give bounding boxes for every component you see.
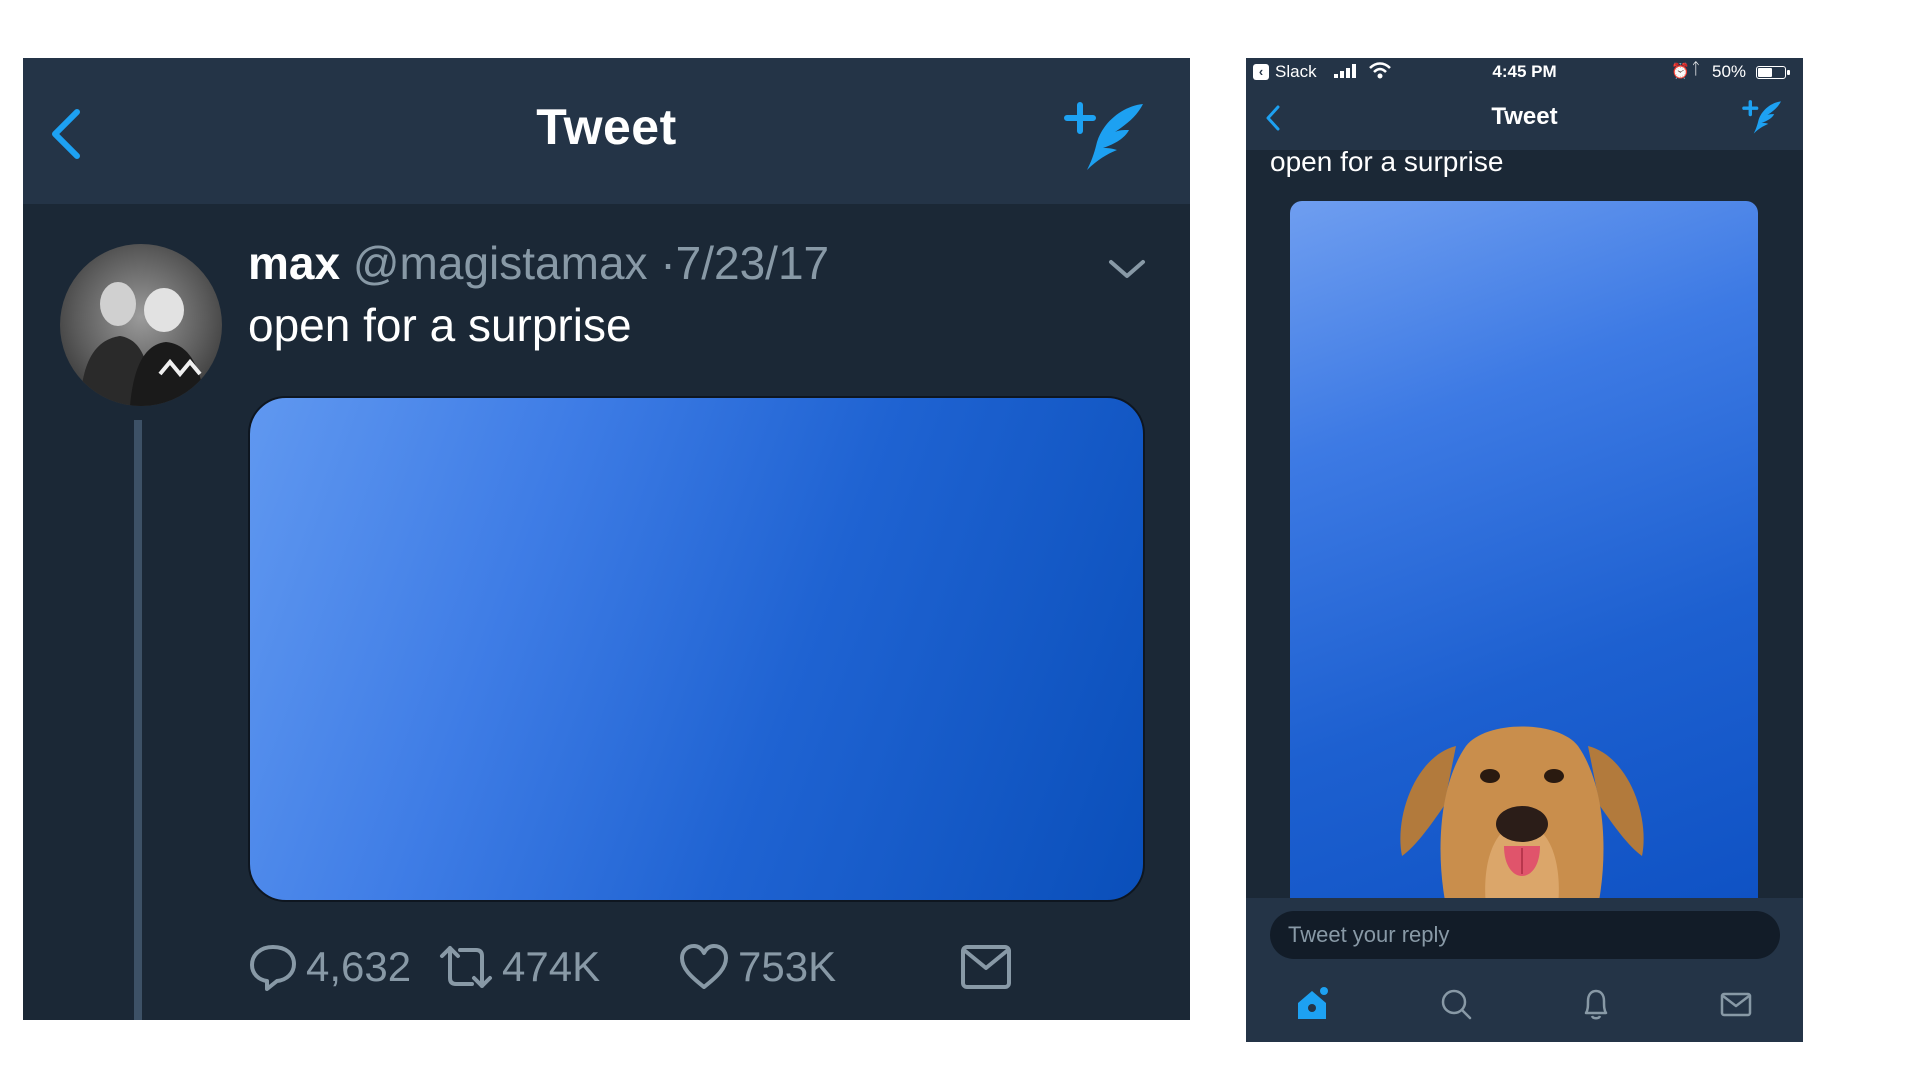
header-bar: Tweet — [1246, 88, 1803, 150]
like-button[interactable]: 753K — [678, 935, 836, 999]
battery-percent: 50% — [1712, 62, 1747, 81]
page-title: Tweet — [1491, 103, 1558, 130]
reply-count: 4,632 — [306, 943, 412, 990]
handle[interactable]: @magistamax — [353, 237, 648, 289]
tweet-text: open for a surprise — [1270, 146, 1504, 177]
chevron-down-icon[interactable] — [1105, 254, 1149, 284]
share-dm-button[interactable] — [960, 935, 1020, 999]
battery-icon — [1756, 66, 1790, 79]
compose-tweet-icon[interactable] — [1742, 98, 1782, 136]
header-bar: Tweet — [23, 58, 1190, 204]
alarm-icon: ⏰ — [1671, 63, 1690, 80]
tweet-actions: 4,632 474K 753K — [248, 935, 1148, 999]
notifications-icon[interactable] — [1578, 986, 1614, 1022]
display-name[interactable]: max — [248, 237, 340, 289]
compose-tweet-icon[interactable] — [1063, 98, 1145, 174]
puppy-image-icon — [1400, 726, 1644, 901]
retweet-count: 474K — [502, 943, 601, 990]
messages-icon[interactable] — [1718, 986, 1754, 1022]
tweet-header: max @magistamax ·7/23/17 — [248, 236, 829, 290]
thread-line — [134, 420, 142, 1020]
status-bar: ‹ Slack 4:45 PM ⏰ ᛏ 50% — [1246, 58, 1803, 88]
reply-bar: Tweet your reply — [1246, 898, 1803, 1042]
separator: · — [660, 237, 676, 289]
tweet-date: 7/23/17 — [675, 237, 830, 289]
phone-screenshot: ‹ Slack 4:45 PM ⏰ ᛏ 50% Tweet open for a… — [1246, 58, 1803, 1042]
tweet-image[interactable] — [1290, 201, 1758, 901]
envelope-icon — [961, 945, 1011, 989]
reply-button[interactable]: 4,632 — [248, 935, 411, 999]
page-title: Tweet — [536, 99, 677, 155]
tweet-detail-panel: Tweet max @magistamax ·7/23/17 open for … — [23, 58, 1190, 1020]
reply-input[interactable]: Tweet your reply — [1270, 911, 1780, 959]
search-icon[interactable] — [1438, 986, 1474, 1022]
bluetooth-icon: ᛏ — [1691, 61, 1701, 78]
retweet-icon — [440, 946, 492, 988]
retweet-button[interactable]: 474K — [438, 935, 600, 999]
like-count: 753K — [738, 943, 837, 990]
avatar-photo-icon — [80, 282, 206, 406]
heart-icon — [680, 944, 728, 989]
home-icon[interactable] — [1294, 986, 1330, 1022]
reply-icon — [250, 945, 296, 991]
tweet-image[interactable] — [248, 396, 1145, 902]
tweet-text: open for a surprise — [248, 299, 632, 351]
avatar[interactable] — [60, 244, 222, 406]
